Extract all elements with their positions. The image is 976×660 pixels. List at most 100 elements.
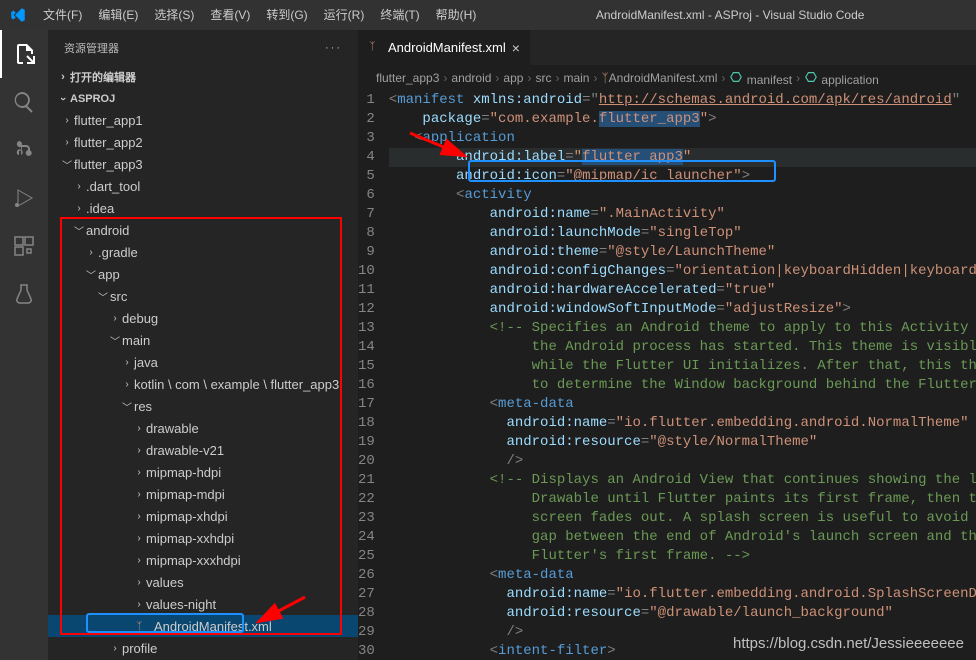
breadcrumb-item[interactable]: application xyxy=(804,70,879,87)
source-control-icon[interactable] xyxy=(0,126,48,174)
file-tree: ›flutter_app1›flutter_app2﹀flutter_app3›… xyxy=(48,109,358,659)
svg-text:ᛉ: ᛉ xyxy=(136,621,143,633)
folder-item[interactable]: ›mipmap-mdpi xyxy=(48,483,358,505)
spacer-icon xyxy=(120,621,134,632)
folder-item[interactable]: ›drawable xyxy=(48,417,358,439)
tree-label: mipmap-xhdpi xyxy=(146,509,228,524)
chevron-right-icon: › xyxy=(132,467,146,478)
chevron-right-icon: › xyxy=(72,203,86,214)
breadcrumb-item[interactable]: main xyxy=(563,71,589,85)
open-editors-label: 打开的编辑器 xyxy=(70,69,136,85)
tree-label: main xyxy=(122,333,150,348)
file-item[interactable]: ᛉAndroidManifest.xml xyxy=(48,615,358,637)
folder-item[interactable]: ›profile xyxy=(48,637,358,659)
folder-item[interactable]: ﹀main xyxy=(48,329,358,351)
folder-item[interactable]: ›values-night xyxy=(48,593,358,615)
tree-label: flutter_app3 xyxy=(74,157,143,172)
chevron-right-icon: › xyxy=(132,511,146,522)
folder-item[interactable]: ﹀src xyxy=(48,285,358,307)
chevron-right-icon: › xyxy=(495,71,499,85)
vscode-logo-icon xyxy=(0,6,35,24)
folder-item[interactable]: ﹀flutter_app3 xyxy=(48,153,358,175)
tree-label: values xyxy=(146,575,184,590)
folder-item[interactable]: ﹀app xyxy=(48,263,358,285)
folder-item[interactable]: ›drawable-v21 xyxy=(48,439,358,461)
tree-label: flutter_app1 xyxy=(74,113,143,128)
menu-item[interactable]: 帮助(H) xyxy=(428,0,485,30)
folder-item[interactable]: ›mipmap-hdpi xyxy=(48,461,358,483)
window-title: AndroidManifest.xml - ASProj - Visual St… xyxy=(484,8,976,22)
symbol-icon xyxy=(729,70,743,84)
folder-item[interactable]: ›mipmap-xxxhdpi xyxy=(48,549,358,571)
folder-item[interactable]: ›mipmap-xhdpi xyxy=(48,505,358,527)
breadcrumb-item[interactable]: manifest xyxy=(729,70,792,87)
chevron-right-icon: › xyxy=(132,533,146,544)
chevron-right-icon: › xyxy=(120,357,134,368)
breadcrumb-item[interactable]: ᛉ AndroidManifest.xml xyxy=(601,71,717,85)
breadcrumbs[interactable]: flutter_app3›android›app›src›main›ᛉ Andr… xyxy=(358,65,976,91)
explorer-icon[interactable] xyxy=(0,30,48,78)
folder-item[interactable]: ›flutter_app2 xyxy=(48,131,358,153)
folder-item[interactable]: ›mipmap-xxhdpi xyxy=(48,527,358,549)
folder-item[interactable]: ›values xyxy=(48,571,358,593)
folder-item[interactable]: ›kotlin \ com \ example \ flutter_app3 xyxy=(48,373,358,395)
side-bar: 资源管理器 ··· › 打开的编辑器 › ASPROJ ›flutter_app… xyxy=(48,30,358,660)
chevron-right-icon: › xyxy=(132,445,146,456)
search-icon[interactable] xyxy=(0,78,48,126)
run-debug-icon[interactable] xyxy=(0,174,48,222)
tree-label: .dart_tool xyxy=(86,179,140,194)
breadcrumb-item[interactable]: src xyxy=(535,71,551,85)
tree-label: mipmap-xxxhdpi xyxy=(146,553,241,568)
code-editor[interactable]: 1234567891011121314151617181920212223242… xyxy=(358,91,976,660)
folder-item[interactable]: ›.dart_tool xyxy=(48,175,358,197)
menu-item[interactable]: 转到(G) xyxy=(258,0,315,30)
breadcrumb-item[interactable]: android xyxy=(451,71,491,85)
chevron-right-icon: › xyxy=(132,577,146,588)
menu-item[interactable]: 编辑(E) xyxy=(90,0,146,30)
chevron-right-icon: › xyxy=(60,137,74,148)
tree-label: drawable xyxy=(146,421,199,436)
project-section[interactable]: › ASPROJ xyxy=(48,89,358,109)
folder-item[interactable]: ›java xyxy=(48,351,358,373)
chevron-down-icon: ﹀ xyxy=(96,289,110,304)
menu-bar: 文件(F)编辑(E)选择(S)查看(V)转到(G)运行(R)终端(T)帮助(H) xyxy=(35,0,484,30)
breadcrumb-item[interactable]: flutter_app3 xyxy=(376,71,439,85)
editor-tabs: ᛉ AndroidManifest.xml × xyxy=(358,30,976,65)
tree-label: .gradle xyxy=(98,245,138,260)
chevron-right-icon: › xyxy=(56,71,70,83)
chevron-right-icon: › xyxy=(721,71,725,85)
menu-item[interactable]: 终端(T) xyxy=(372,0,427,30)
testing-icon[interactable] xyxy=(0,270,48,318)
chevron-down-icon: › xyxy=(57,92,69,106)
folder-item[interactable]: ﹀res xyxy=(48,395,358,417)
menu-item[interactable]: 查看(V) xyxy=(202,0,258,30)
tab-androidmanifest[interactable]: ᛉ AndroidManifest.xml × xyxy=(358,30,531,65)
more-icon[interactable]: ··· xyxy=(325,42,342,54)
chevron-right-icon: › xyxy=(527,71,531,85)
menu-item[interactable]: 选择(S) xyxy=(146,0,202,30)
code-content[interactable]: <manifest xmlns:android="http://schemas.… xyxy=(389,91,976,660)
extensions-icon[interactable] xyxy=(0,222,48,270)
breadcrumb-item[interactable]: app xyxy=(503,71,523,85)
folder-item[interactable]: ›.gradle xyxy=(48,241,358,263)
symbol-icon xyxy=(804,70,818,84)
tree-label: android xyxy=(86,223,129,238)
watermark-text: https://blog.csdn.net/Jessieeeeeee xyxy=(733,635,964,652)
menu-item[interactable]: 文件(F) xyxy=(35,0,90,30)
chevron-right-icon: › xyxy=(555,71,559,85)
close-icon[interactable]: × xyxy=(512,40,520,56)
sidebar-header: 资源管理器 ··· xyxy=(48,30,358,65)
tree-label: kotlin \ com \ example \ flutter_app3 xyxy=(134,377,339,392)
tree-label: mipmap-hdpi xyxy=(146,465,221,480)
line-number-gutter: 1234567891011121314151617181920212223242… xyxy=(358,91,389,660)
menu-item[interactable]: 运行(R) xyxy=(316,0,373,30)
folder-item[interactable]: ›.idea xyxy=(48,197,358,219)
folder-item[interactable]: ﹀android xyxy=(48,219,358,241)
folder-item[interactable]: ›flutter_app1 xyxy=(48,109,358,131)
chevron-right-icon: › xyxy=(132,423,146,434)
activity-bar xyxy=(0,30,48,660)
chevron-right-icon: › xyxy=(132,599,146,610)
tree-label: mipmap-xxhdpi xyxy=(146,531,234,546)
open-editors-section[interactable]: › 打开的编辑器 xyxy=(48,65,358,89)
folder-item[interactable]: ›debug xyxy=(48,307,358,329)
